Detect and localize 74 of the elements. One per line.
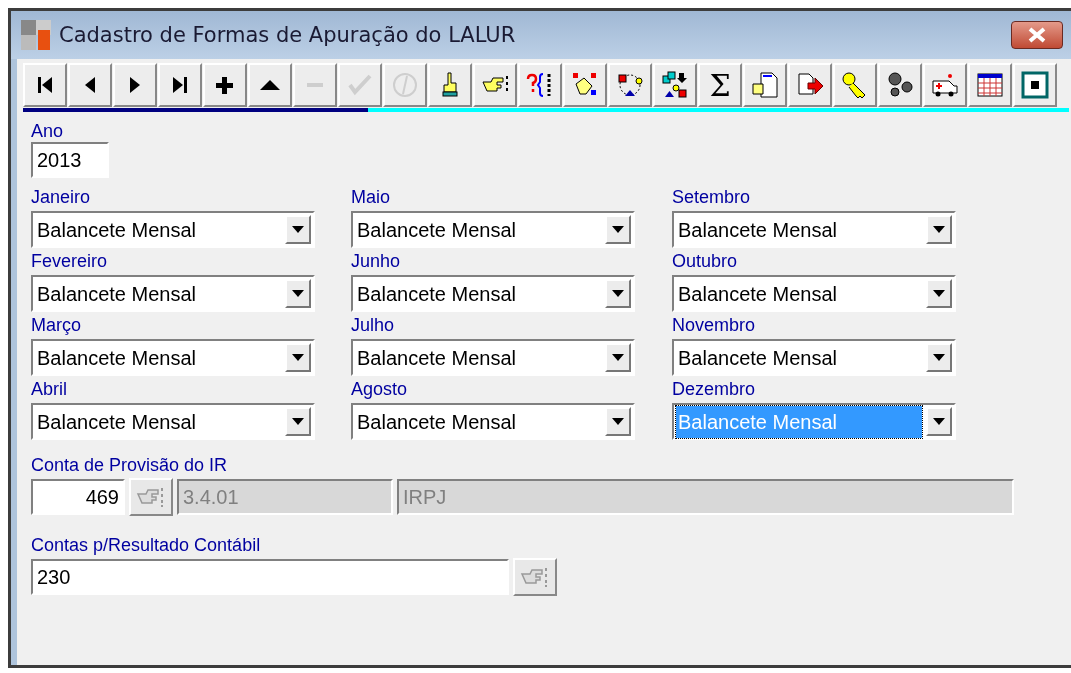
field-label: Maio — [351, 186, 391, 208]
dropdown-arrow-icon — [933, 354, 945, 361]
account-name-field: IRPJ — [397, 479, 1014, 515]
field-label: Contas p/Resultado Contábil — [31, 534, 262, 556]
account-number-field[interactable]: 469 — [31, 479, 125, 515]
toolbar-button[interactable] — [473, 63, 517, 107]
dropdown[interactable]: Balancete Mensal — [31, 211, 315, 248]
dropdown-arrow-icon — [292, 418, 304, 425]
dropdown-arrow-icon — [612, 290, 624, 297]
dropdown[interactable]: Balancete Mensal — [672, 211, 956, 248]
toolbar-button[interactable] — [1013, 63, 1057, 107]
dropdown-arrow-icon — [933, 418, 945, 425]
dropdown-arrow-icon — [292, 226, 304, 233]
close-icon — [1027, 27, 1047, 43]
field-label: Setembro — [672, 186, 752, 208]
pointing-hand-icon — [136, 486, 166, 508]
dropdown-arrow-icon — [612, 354, 624, 361]
toolbar-button[interactable] — [608, 63, 652, 107]
field-label: Abril — [31, 378, 68, 400]
toolbar-button[interactable] — [563, 63, 607, 107]
field-label: Junho — [351, 250, 402, 272]
dropdown[interactable]: Balancete Mensal — [672, 275, 956, 312]
toolbar-button[interactable] — [788, 63, 832, 107]
toolbar-button[interactable] — [518, 63, 562, 107]
dropdown[interactable]: Balancete Mensal — [351, 403, 635, 440]
result-accounts-field[interactable]: 230 — [31, 559, 509, 595]
close-button[interactable] — [1011, 21, 1063, 49]
field-label: Conta de Provisão do IR — [31, 454, 229, 476]
app-icon — [21, 20, 51, 50]
dropdown[interactable]: Balancete Mensal — [31, 339, 315, 376]
year-field[interactable]: 2013 — [31, 142, 109, 178]
toolbar-button[interactable]: Σ — [698, 63, 742, 107]
field-label: Agosto — [351, 378, 409, 400]
shapes-icon — [660, 70, 690, 100]
dropdown-arrow-icon — [612, 226, 624, 233]
toolbar-button[interactable] — [653, 63, 697, 107]
toolbar-button[interactable] — [923, 63, 967, 107]
toolbar-button[interactable] — [203, 63, 247, 107]
field-label: Novembro — [672, 314, 757, 336]
square-icon — [1020, 70, 1050, 100]
dropdown[interactable]: Balancete Mensal — [31, 403, 315, 440]
toolbar-button[interactable] — [878, 63, 922, 107]
dropdown-arrow-icon — [612, 418, 624, 425]
toolbar-button[interactable] — [428, 63, 472, 107]
dropdown-arrow-icon — [933, 226, 945, 233]
dropdown[interactable]: Balancete Mensal — [351, 211, 635, 248]
dropdown-arrow-icon — [933, 290, 945, 297]
dropdown-arrow-icon — [292, 290, 304, 297]
toolbar-button[interactable] — [968, 63, 1012, 107]
dropdown[interactable]: Balancete Mensal — [351, 339, 635, 376]
field-label: Ano — [31, 120, 65, 142]
toolbar-button[interactable] — [158, 63, 202, 107]
toolbar-button[interactable] — [23, 63, 67, 107]
calendar-icon — [975, 70, 1005, 100]
toolbar-button[interactable] — [248, 63, 292, 107]
previous-icon — [85, 77, 95, 93]
window-title: Cadastro de Formas de Apuração do LALUR — [59, 23, 517, 47]
next-icon — [130, 77, 140, 93]
dropdown[interactable]: Balancete Mensal — [351, 275, 635, 312]
field-label: Janeiro — [31, 186, 92, 208]
pointing-hand-icon — [520, 566, 550, 588]
field-label: Outubro — [672, 250, 739, 272]
field-label: Março — [31, 314, 82, 336]
account-code-field: 3.4.01 — [177, 479, 393, 515]
dropdown-arrow-icon — [292, 354, 304, 361]
dropdown[interactable]: Balancete Mensal — [672, 339, 956, 376]
field-label: Dezembro — [672, 378, 757, 400]
toolbar-button[interactable] — [833, 63, 877, 107]
toolbar-button[interactable] — [113, 63, 157, 107]
field-label: Fevereiro — [31, 250, 109, 272]
circle-slash-icon — [390, 70, 420, 100]
toolbar-button[interactable] — [68, 63, 112, 107]
dropdown[interactable]: Balancete Mensal — [31, 275, 315, 312]
field-label: Julho — [351, 314, 396, 336]
